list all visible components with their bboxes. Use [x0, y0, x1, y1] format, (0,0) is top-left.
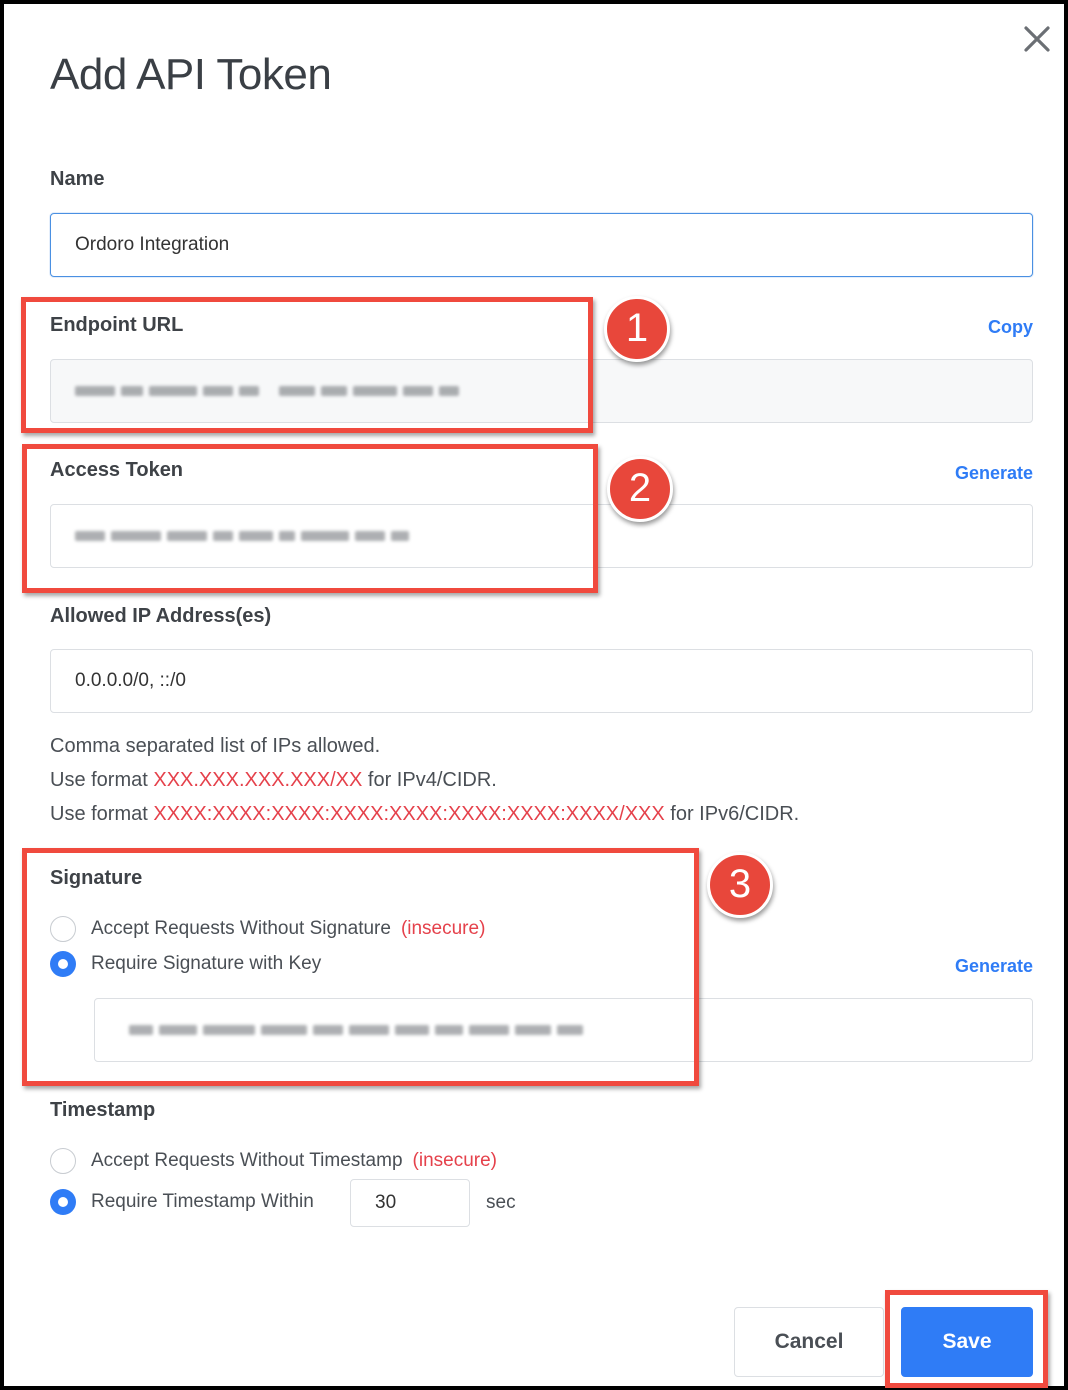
dialog-title: Add API Token	[50, 50, 332, 99]
generate-token-link[interactable]: Generate	[924, 463, 1033, 484]
insecure-tag: (insecure)	[412, 1150, 497, 1171]
dialog: Add API Token Name Ordoro Integration En…	[0, 0, 1068, 1390]
ip-help-suffix: for IPv4/CIDR.	[362, 769, 497, 791]
ipv6-format: XXXX:XXXX:XXXX:XXXX:XXXX:XXXX:XXXX:XXXX/…	[153, 803, 665, 825]
timestamp-unit: sec	[486, 1192, 516, 1213]
radio-label: Require Timestamp Within	[91, 1191, 314, 1212]
generate-signature-key-link[interactable]: Generate	[924, 956, 1033, 977]
cancel-button[interactable]: Cancel	[734, 1307, 884, 1377]
radio-accept-without-timestamp[interactable]: Accept Requests Without Timestamp (insec…	[50, 1148, 497, 1174]
allowed-ip-label: Allowed IP Address(es)	[50, 605, 272, 627]
ip-help-suffix: for IPv6/CIDR.	[664, 803, 800, 825]
radio-label: Accept Requests Without Timestamp	[91, 1150, 403, 1171]
highlight-box-save	[885, 1290, 1048, 1388]
name-input[interactable]: Ordoro Integration	[50, 213, 1033, 277]
ip-help-line-1: Comma separated list of IPs allowed.	[50, 735, 381, 757]
timestamp-seconds-input[interactable]: 30	[350, 1179, 470, 1227]
highlight-box-token	[22, 444, 598, 593]
ip-help-prefix: Use format	[50, 803, 154, 825]
ip-help-line-3: Use format XXXX:XXXX:XXXX:XXXX:XXXX:XXXX…	[50, 803, 799, 826]
highlight-box-signature	[22, 848, 699, 1086]
allowed-ip-input[interactable]: 0.0.0.0/0, ::/0	[50, 649, 1033, 713]
close-icon[interactable]	[1018, 20, 1056, 58]
radio-button-unselected[interactable]	[50, 1148, 76, 1174]
highlight-box-endpoint	[21, 297, 593, 433]
annotation-badge-1: 1	[604, 296, 670, 362]
ip-help-prefix: Use format	[50, 769, 154, 791]
annotation-badge-3: 3	[707, 852, 773, 918]
name-label: Name	[50, 168, 105, 190]
radio-button-selected[interactable]	[50, 1189, 76, 1215]
ipv4-format: XXX.XXX.XXX.XXX/XX	[153, 769, 363, 791]
timestamp-label: Timestamp	[50, 1099, 156, 1121]
annotation-badge-2: 2	[607, 456, 673, 522]
radio-require-timestamp[interactable]: Require Timestamp Within	[50, 1189, 314, 1215]
ip-help-line-2: Use format XXX.XXX.XXX.XXX/XX for IPv4/C…	[50, 769, 497, 792]
copy-link[interactable]: Copy	[944, 317, 1033, 338]
